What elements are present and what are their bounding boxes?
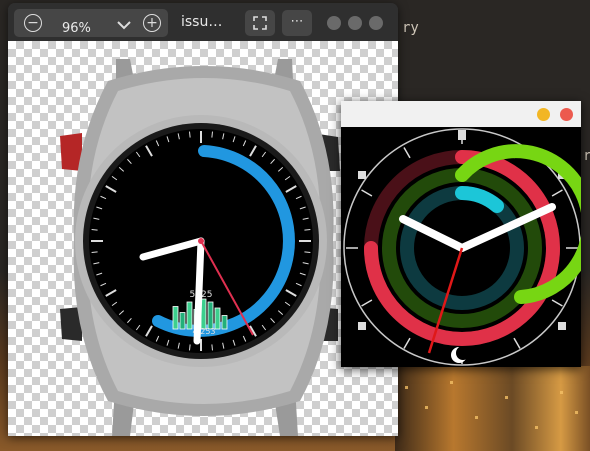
activity-bar bbox=[221, 315, 228, 330]
activity-bar bbox=[186, 301, 193, 330]
chevron-down-icon[interactable] bbox=[117, 19, 131, 34]
close-button[interactable] bbox=[560, 108, 573, 121]
tick-mark bbox=[211, 131, 213, 138]
image-canvas: 5725 4/253 bbox=[8, 41, 398, 436]
tick-mark bbox=[91, 229, 98, 231]
menu-button[interactable]: ⋯ bbox=[282, 10, 312, 36]
fullscreen-button[interactable] bbox=[245, 10, 275, 36]
desktop-text-fragment: r bbox=[583, 148, 590, 164]
minimize-button[interactable] bbox=[537, 108, 550, 121]
maximize-button[interactable] bbox=[348, 16, 362, 30]
zoom-in-button[interactable]: + bbox=[143, 14, 161, 32]
activity-bar bbox=[179, 312, 186, 330]
window-title: issu… bbox=[181, 14, 223, 30]
activity-bar bbox=[172, 306, 179, 330]
tick-mark bbox=[189, 344, 191, 351]
watch-preview-window bbox=[341, 101, 581, 367]
minute-hand bbox=[193, 237, 205, 345]
desktop-text-fragment: ry bbox=[402, 20, 419, 36]
zoom-level[interactable]: 96% bbox=[62, 21, 91, 36]
twelve-marker bbox=[458, 130, 466, 140]
close-button[interactable] bbox=[369, 16, 383, 30]
corner-marker bbox=[358, 171, 366, 179]
zoom-out-button[interactable]: − bbox=[24, 14, 42, 32]
activity-bar bbox=[207, 301, 214, 330]
minimize-button[interactable] bbox=[327, 16, 341, 30]
zoom-control: − 96% + bbox=[14, 9, 168, 37]
tick-mark bbox=[304, 251, 311, 253]
activity-bar bbox=[214, 307, 221, 330]
city-wallpaper bbox=[395, 366, 590, 451]
tick-mark bbox=[91, 251, 98, 253]
tick-mark bbox=[211, 344, 213, 351]
watch-image: 5725 4/253 bbox=[60, 59, 340, 436]
image-viewer-window: − 96% + issu… ⋯ 4/253 bbox=[8, 3, 398, 436]
viewer-headerbar: − 96% + issu… ⋯ bbox=[8, 3, 398, 41]
corner-marker bbox=[358, 322, 366, 330]
corner-marker bbox=[558, 322, 566, 330]
tick-mark bbox=[304, 229, 311, 231]
tick-mark bbox=[189, 131, 191, 138]
watch-window-titlebar bbox=[341, 101, 581, 127]
watch-face bbox=[343, 128, 581, 366]
